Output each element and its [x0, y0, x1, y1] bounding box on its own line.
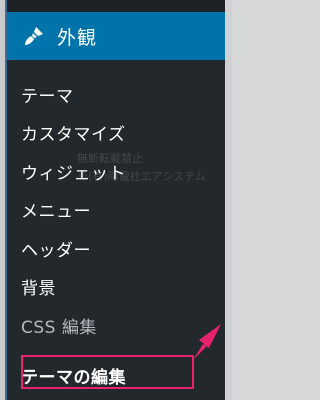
paintbrush-icon — [23, 25, 45, 47]
theme-editor-highlight — [21, 355, 194, 389]
submenu-item-edit-css[interactable]: CSS 編集 — [21, 313, 97, 338]
sidebar-top-strip — [7, 0, 225, 12]
submenu-item-customize[interactable]: カスタマイズ — [21, 120, 126, 145]
submenu-item-menus[interactable]: メニュー — [21, 197, 91, 222]
watermark-line-1: 無断転載禁止 — [77, 152, 143, 165]
submenu-item-themes[interactable]: テーマ — [21, 82, 74, 107]
appearance-menu-title: 外観 — [57, 26, 98, 49]
appearance-menu-header[interactable]: 外観 — [7, 12, 225, 60]
admin-sidebar: 外観 テーマ カスタマイズ ウィジェット メニュー ヘッダー 背景 CSS 編集… — [5, 0, 225, 400]
submenu-item-background[interactable]: 背景 — [21, 274, 56, 299]
watermark-line-2: ©(有)陽電社エアシステム — [77, 170, 206, 183]
watermark: 無断転載禁止 ©(有)陽電社エアシステム — [77, 150, 206, 186]
screenshot-frame: 外観 テーマ カスタマイズ ウィジェット メニュー ヘッダー 背景 CSS 編集… — [0, 0, 232, 400]
submenu-item-header[interactable]: ヘッダー — [21, 236, 91, 261]
right-gutter — [225, 0, 232, 400]
